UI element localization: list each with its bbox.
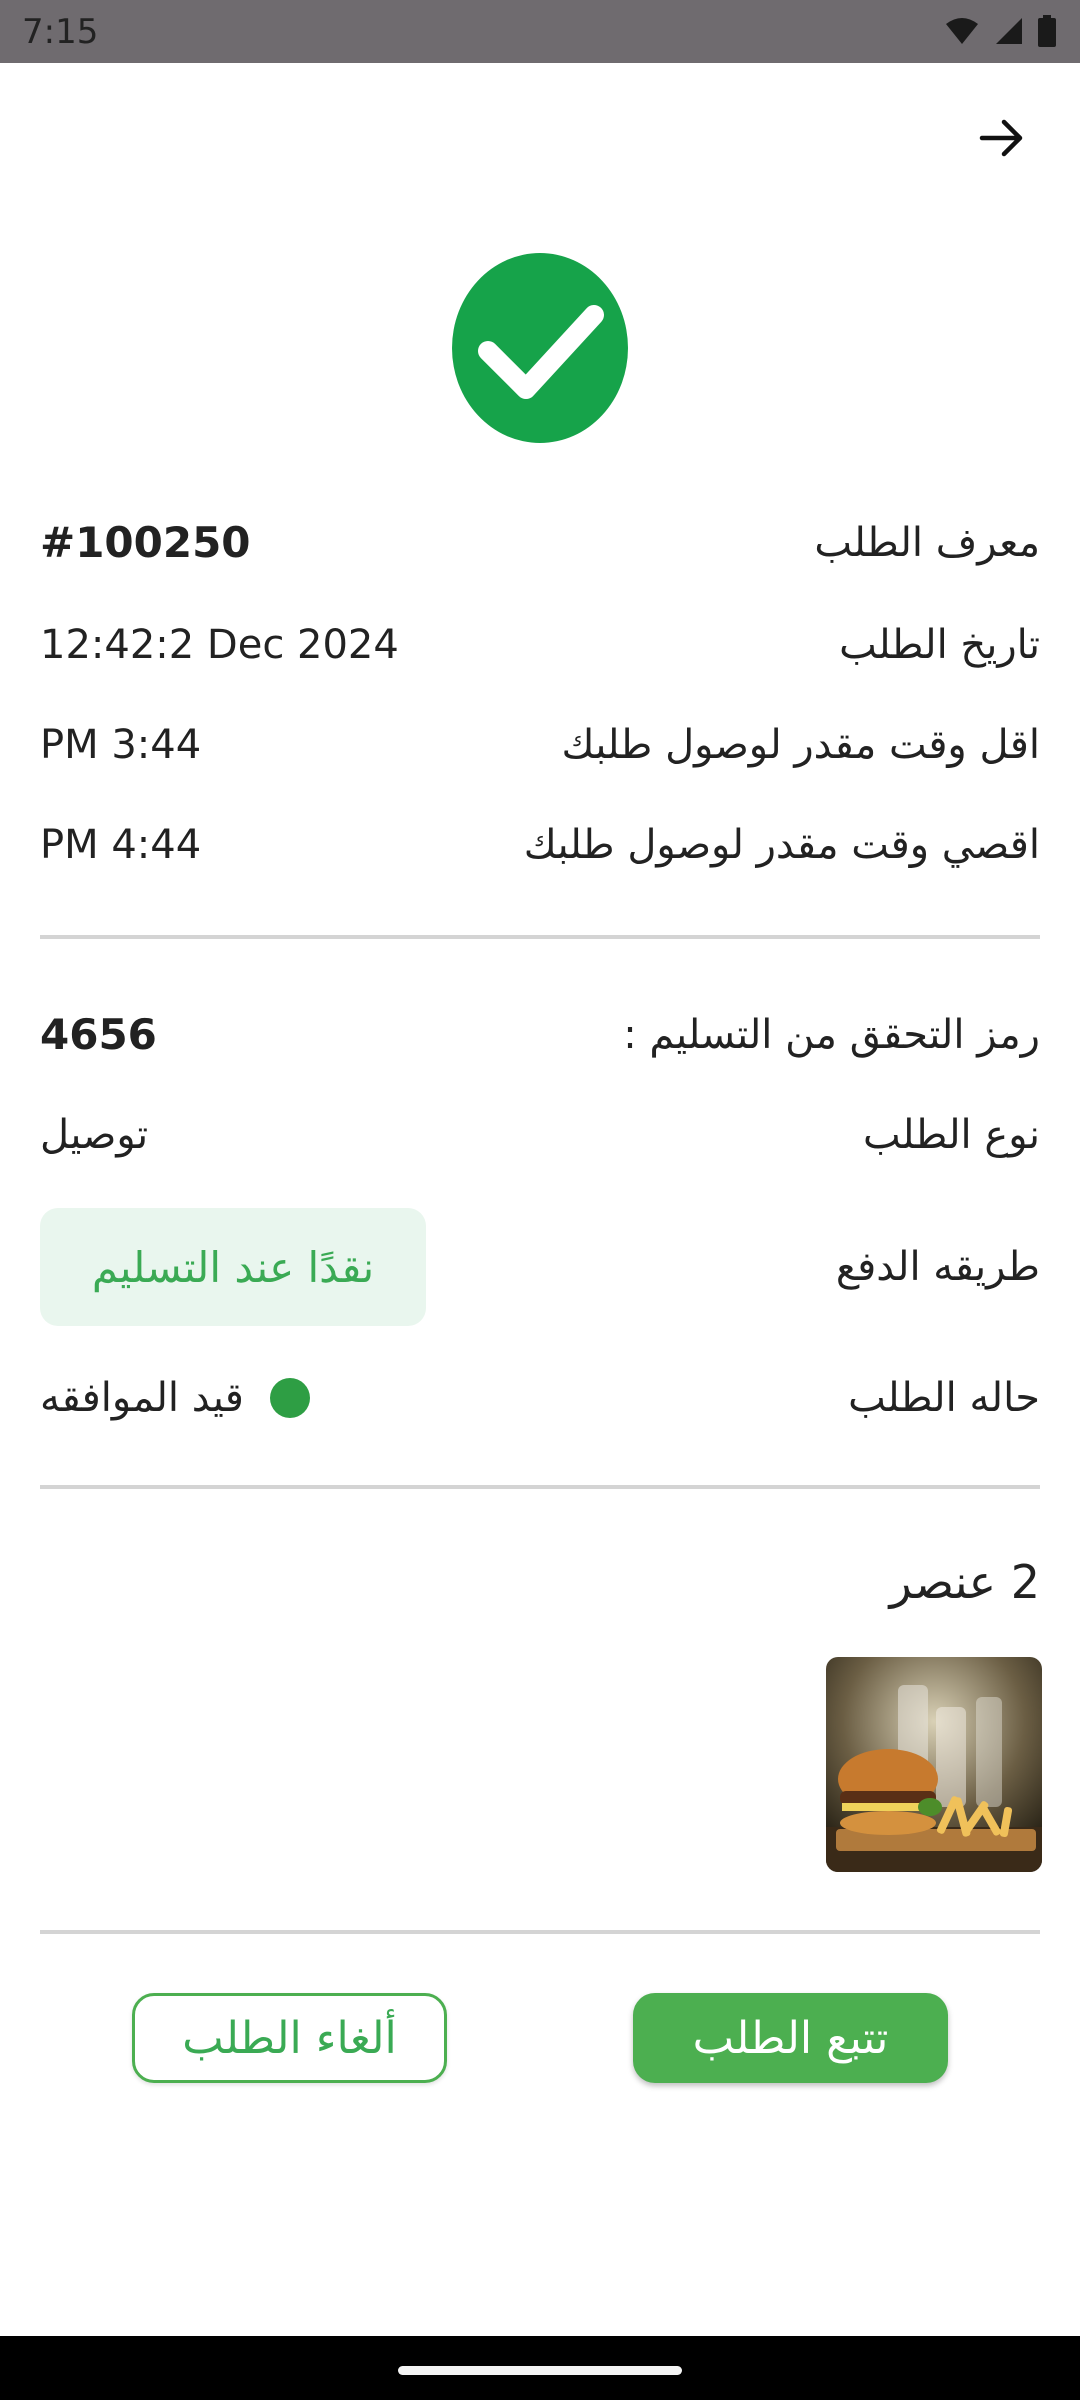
min-time-label: اقل وقت مقدر لوصول طلبك	[561, 722, 1040, 768]
order-status: قيد الموافقه	[40, 1375, 310, 1421]
navigation-bar	[0, 2336, 1080, 2400]
order-id-label: معرف الطلب	[814, 519, 1040, 566]
payment-method-badge: نقدًا عند التسليم	[40, 1208, 426, 1326]
verification-code-row: رمز التحقق من التسليم : 4656	[40, 1010, 1040, 1059]
order-status-row: حاله الطلب قيد الموافقه	[40, 1375, 1040, 1421]
track-order-button[interactable]: تتبع الطلب	[633, 1993, 948, 2083]
divider	[40, 935, 1040, 939]
status-time: 7:15	[22, 12, 99, 52]
order-date-row: تاريخ الطلب 12:42:2 Dec 2024	[40, 622, 1040, 668]
verification-code-label: رمز التحقق من التسليم :	[623, 1011, 1040, 1058]
items-count: 2 عنصر	[889, 1555, 1040, 1609]
payment-method-row: طريقه الدفع نقدًا عند التسليم	[40, 1208, 1040, 1326]
wifi-icon	[946, 18, 978, 44]
order-type-label: نوع الطلب	[862, 1112, 1040, 1158]
order-type-value: توصيل	[40, 1112, 149, 1158]
home-gesture-handle[interactable]	[398, 2366, 682, 2375]
order-status-label: حاله الطلب	[848, 1375, 1040, 1421]
food-item-image[interactable]	[826, 1657, 1042, 1872]
divider	[40, 1930, 1040, 1934]
status-bar: 7:15	[0, 0, 1080, 63]
signal-icon	[996, 18, 1022, 44]
order-date-value: 12:42:2 Dec 2024	[40, 622, 399, 668]
status-icons	[944, 14, 1056, 48]
max-time-value: PM 4:44	[40, 822, 202, 868]
max-time-row: اقصي وقت مقدر لوصول طلبك PM 4:44	[40, 822, 1040, 868]
order-id-row: معرف الطلب #100250	[40, 518, 1040, 567]
order-status-value: قيد الموافقه	[40, 1375, 244, 1421]
min-time-row: اقل وقت مقدر لوصول طلبك PM 3:44	[40, 722, 1040, 768]
order-date-label: تاريخ الطلب	[839, 622, 1040, 668]
verification-code-value: 4656	[40, 1010, 157, 1059]
battery-icon	[1038, 15, 1056, 47]
order-type-row: نوع الطلب توصيل	[40, 1112, 1040, 1158]
divider	[40, 1485, 1040, 1489]
cancel-order-button[interactable]: ألغاء الطلب	[132, 1993, 447, 2083]
status-dot-icon	[269, 1378, 310, 1418]
success-check-icon	[452, 253, 628, 443]
min-time-value: PM 3:44	[40, 722, 202, 768]
max-time-label: اقصي وقت مقدر لوصول طلبك	[523, 822, 1040, 868]
payment-method-label: طريقه الدفع	[835, 1244, 1040, 1290]
order-id-value: #100250	[40, 518, 251, 567]
back-arrow-icon[interactable]	[974, 110, 1030, 166]
